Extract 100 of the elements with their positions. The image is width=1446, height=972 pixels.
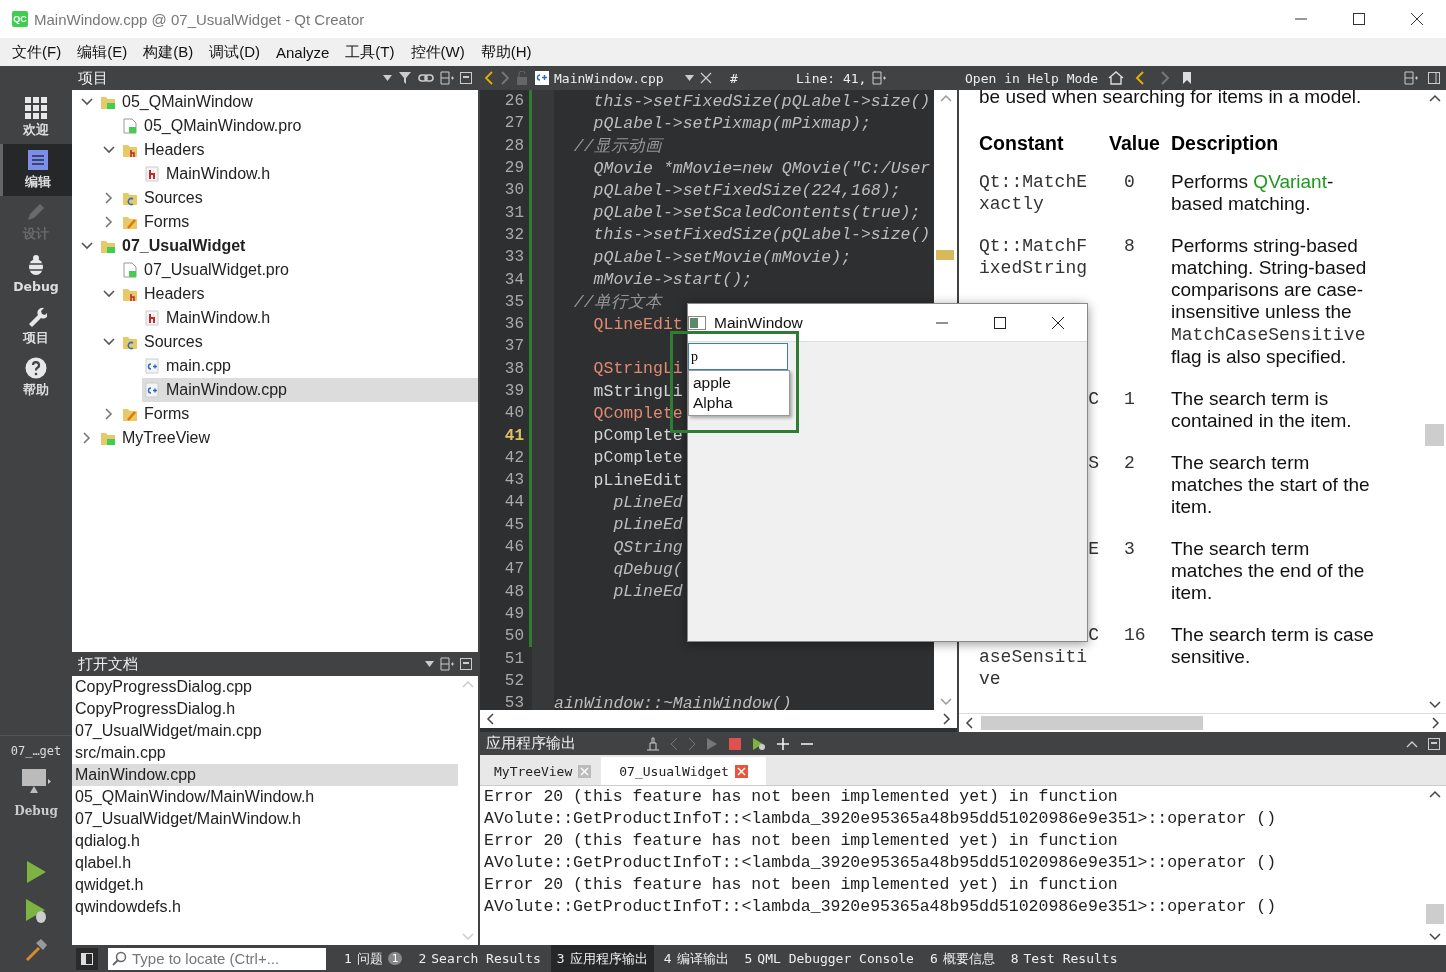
line-number: 39 — [503, 382, 524, 400]
completion-item[interactable]: Alpha — [689, 393, 789, 413]
output-pane-tab[interactable]: 3 应用程序输出 — [550, 945, 654, 972]
split-icon[interactable] — [440, 657, 454, 671]
output-pane-tab[interactable]: 6 概要信息 — [923, 945, 1001, 972]
output-tab[interactable]: 07_UsualWidget — [601, 757, 766, 785]
constant-value: 2 — [1124, 453, 1135, 473]
panel-title: 项目 — [78, 68, 109, 88]
sidebar-toggle-button[interactable] — [76, 947, 98, 970]
constant-value: 0 — [1124, 172, 1135, 192]
collapsed-chevron-icon[interactable] — [103, 408, 115, 420]
symbol-selector[interactable]: # — [718, 70, 780, 86]
expanded-chevron-icon[interactable] — [81, 96, 93, 108]
open-help-mode-button[interactable]: Open in Help Mode — [965, 70, 1099, 86]
filter-icon[interactable] — [398, 71, 412, 85]
open-document-item[interactable]: qwidget.h — [72, 874, 458, 896]
tree-item[interactable]: Forms — [120, 402, 478, 426]
expanded-chevron-icon[interactable] — [103, 336, 115, 348]
project-file-icon — [122, 118, 138, 134]
dropdown-caret-icon[interactable] — [685, 75, 694, 81]
mode-button[interactable]: 项目 — [0, 300, 72, 352]
open-document-item[interactable]: qdialog.h — [72, 830, 458, 852]
dropdown-caret-icon[interactable] — [425, 661, 434, 667]
collapsed-chevron-icon[interactable] — [81, 432, 93, 444]
completion-item[interactable]: apple — [689, 373, 789, 393]
expanded-chevron-icon[interactable] — [103, 288, 115, 300]
output-pane-tab[interactable]: 8 Test Results — [1004, 945, 1124, 972]
tree-item[interactable]: 07_UsualWidget.pro — [120, 258, 478, 282]
file-selector[interactable]: MainWindow.cpp — [534, 70, 694, 86]
open-document-item[interactable]: src/main.cpp — [72, 742, 458, 764]
tree-item[interactable]: Sources — [120, 186, 478, 210]
output-pane-tab[interactable]: 5 QML Debugger Console — [738, 945, 920, 972]
split-icon[interactable] — [872, 71, 887, 85]
text-input[interactable]: p — [688, 343, 788, 370]
menu-item[interactable]: 构建(B) — [135, 42, 202, 62]
mode-button[interactable]: 欢迎 — [0, 92, 72, 144]
tree-item[interactable]: 05_QMainWindow — [98, 90, 478, 114]
open-document-item[interactable]: 07_UsualWidget/MainWindow.h — [72, 808, 458, 830]
scrollbar-thumb[interactable] — [1426, 904, 1444, 924]
open-document-item[interactable]: qwindowdefs.h — [72, 896, 458, 918]
menu-item[interactable]: 调试(D) — [201, 42, 268, 62]
tree-item[interactable]: Headers — [120, 138, 478, 162]
constant-description: The search term is case sensitive. — [1171, 624, 1375, 668]
mode-button[interactable]: Debug — [0, 248, 72, 300]
type-link[interactable]: QVariant — [1253, 171, 1327, 192]
tree-item[interactable]: 07_UsualWidget — [98, 234, 478, 258]
tree-item[interactable]: MainWindow.h — [142, 306, 478, 330]
tree-item[interactable]: Sources — [120, 330, 478, 354]
scrollbar-thumb[interactable] — [1425, 424, 1444, 446]
locate-field[interactable]: Type to locate (Ctrl+... — [108, 947, 326, 970]
tree-item[interactable]: MyTreeView — [98, 426, 478, 450]
line-number: 50 — [503, 627, 524, 646]
open-document-item[interactable]: 07_UsualWidget/main.cpp — [72, 720, 458, 742]
open-document-item[interactable]: CopyProgressDialog.h — [72, 698, 458, 720]
menu-item[interactable]: 编辑(E) — [69, 42, 136, 62]
tab-close-icon[interactable] — [734, 764, 748, 778]
tree-item[interactable]: main.cpp — [142, 354, 478, 378]
menu-item[interactable]: 帮助(H) — [472, 42, 540, 62]
expanded-chevron-icon[interactable] — [81, 240, 93, 252]
tree-item[interactable]: MainWindow.h — [142, 162, 478, 186]
menu-item[interactable]: Analyze — [268, 43, 338, 61]
output-pane-tab[interactable]: 4 编译输出 — [657, 945, 735, 972]
mode-button[interactable]: 帮助 — [0, 352, 72, 404]
close-panel-icon[interactable] — [460, 658, 472, 670]
collapsed-chevron-icon[interactable] — [103, 216, 115, 228]
line-number: 52 — [503, 671, 524, 690]
constant-description: The search term matches the start of the item. — [1171, 452, 1371, 518]
scrollbar-thumb[interactable] — [981, 716, 1203, 730]
mode-button[interactable]: 编辑 — [0, 144, 72, 196]
open-document-item[interactable]: MainWindow.cpp — [72, 764, 458, 786]
tab-label: 问题 — [356, 949, 383, 968]
menu-item[interactable]: 工具(T) — [337, 42, 403, 62]
output-pane-tab[interactable]: 1 问题 1 — [338, 945, 409, 972]
split-icon[interactable] — [1404, 71, 1418, 85]
tree-item[interactable]: 05_QMainWindow.pro — [120, 114, 478, 138]
expanded-chevron-icon[interactable] — [103, 144, 115, 156]
plus-icon[interactable] — [776, 736, 790, 751]
bookmark-icon[interactable] — [1182, 71, 1193, 85]
output-pane-tab[interactable]: 2 Search Results — [412, 945, 547, 972]
dropdown-caret-icon[interactable] — [383, 75, 392, 81]
open-document-item[interactable]: qlabel.h — [72, 852, 458, 874]
tree-item[interactable]: MainWindow.cpp — [142, 378, 478, 402]
sidebar-toggle-icon[interactable] — [1428, 72, 1440, 84]
open-document-item[interactable]: 05_QMainWindow/MainWindow.h — [72, 786, 458, 808]
close-panel-icon[interactable] — [1428, 737, 1440, 750]
play-bug-icon[interactable] — [752, 736, 766, 751]
tree-item[interactable]: Forms — [120, 210, 478, 234]
menu-item[interactable]: 控件(W) — [402, 42, 473, 62]
split-icon[interactable] — [440, 71, 454, 85]
code-line: pComplete — [592, 448, 683, 468]
collapsed-chevron-icon[interactable] — [103, 192, 115, 204]
open-document-item[interactable]: CopyProgressDialog.cpp — [72, 676, 458, 698]
close-file-icon[interactable] — [700, 72, 712, 84]
home-icon[interactable] — [1108, 71, 1125, 85]
menu-item[interactable]: 文件(F) — [4, 42, 70, 62]
tree-item[interactable]: Headers — [120, 282, 478, 306]
scroll-marker — [936, 250, 954, 260]
stop-icon[interactable] — [728, 736, 742, 751]
link-icon[interactable] — [418, 71, 434, 85]
close-panel-icon[interactable] — [460, 72, 472, 84]
